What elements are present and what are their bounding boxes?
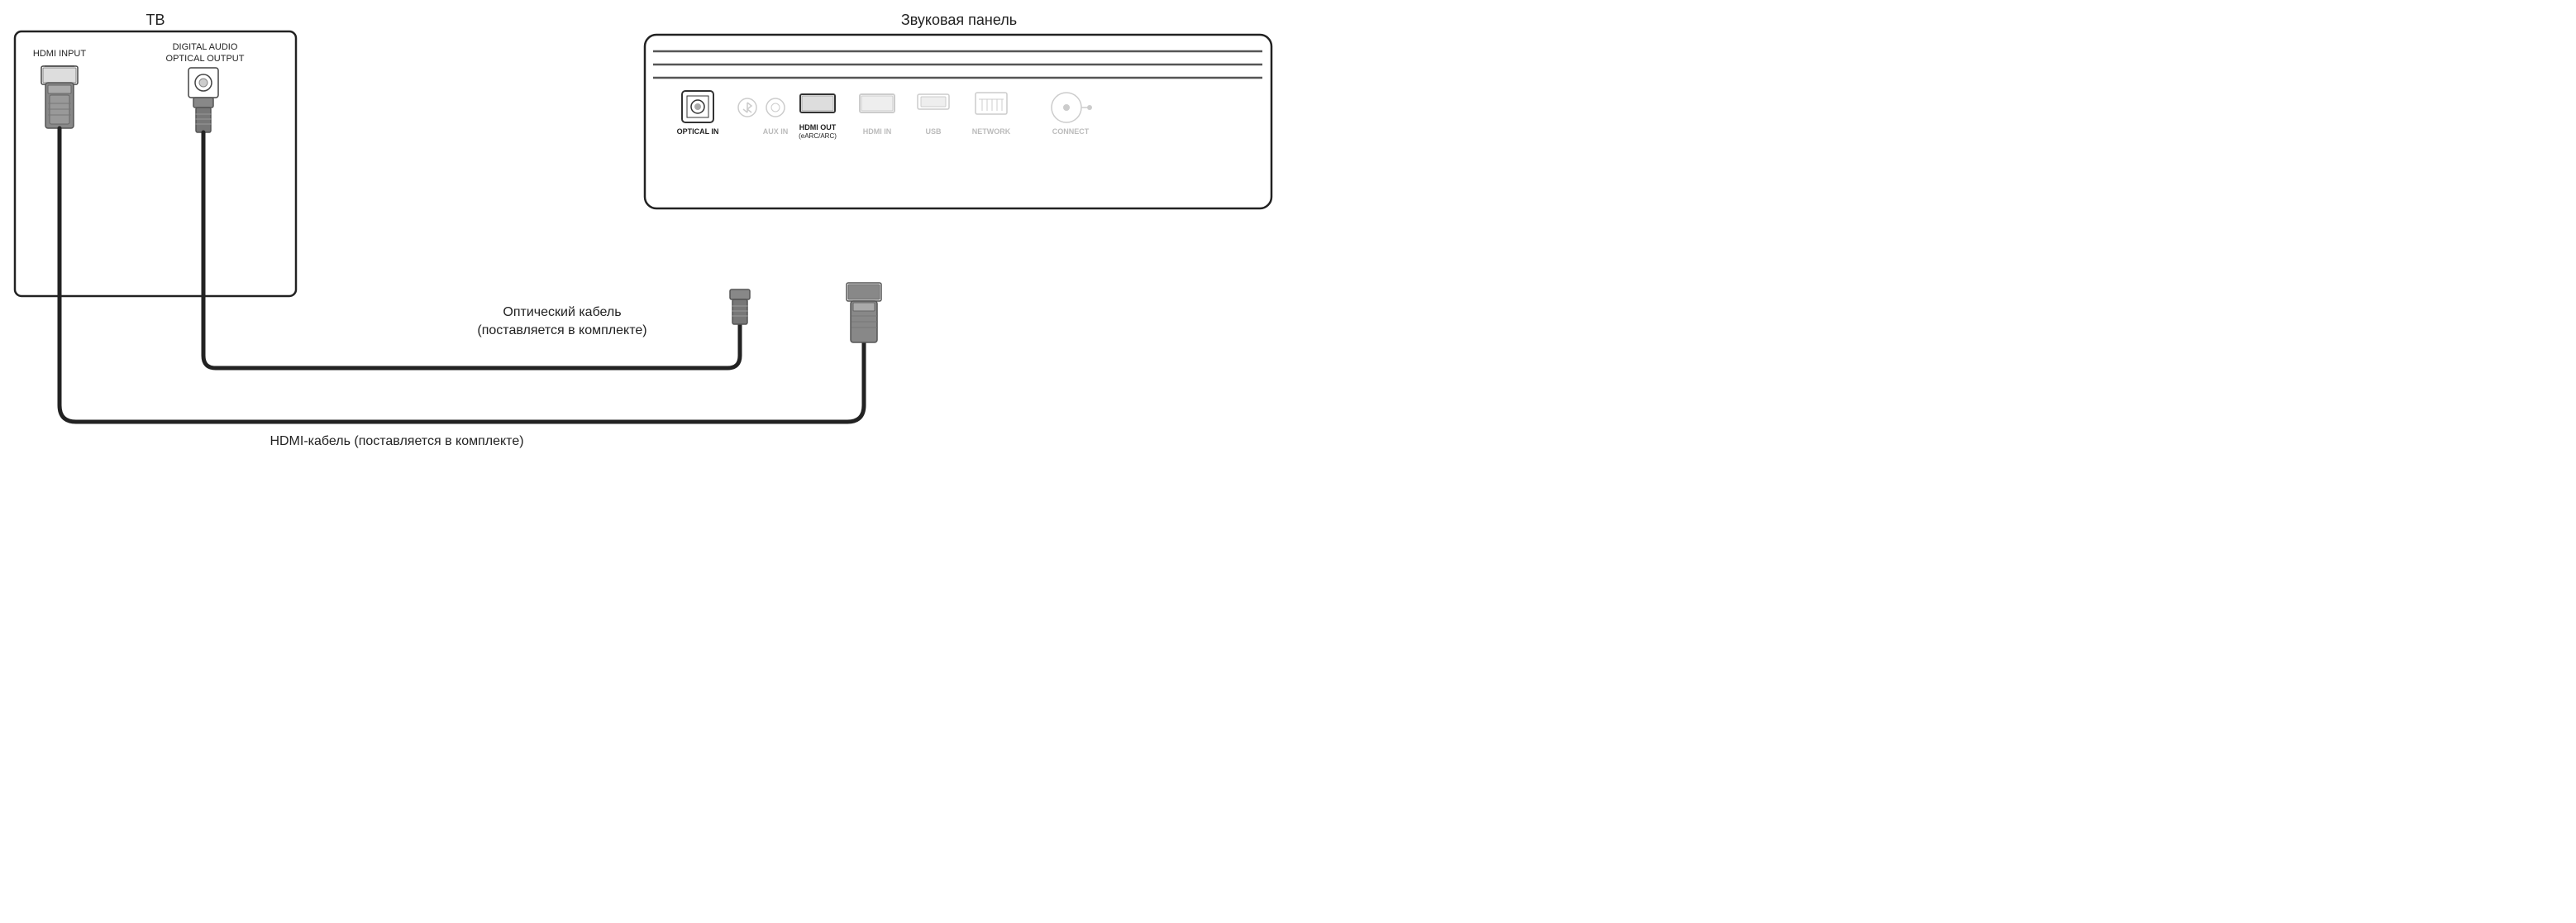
- hdmi-out-label: HDMI OUT: [799, 123, 837, 132]
- digital-audio-label: DIGITAL AUDIO: [173, 42, 238, 52]
- diagram-container: ТВ HDMI INPUT DIGITAL AUDIO OPTICAL OUTP…: [0, 0, 1288, 462]
- connect-label: CONNECT: [1052, 127, 1090, 136]
- svg-text:OPTICAL OUTPUT: OPTICAL OUTPUT: [166, 54, 245, 64]
- svg-text:(поставляется в комплекте): (поставляется в комплекте): [477, 323, 646, 337]
- tv-label: ТВ: [145, 12, 165, 28]
- optical-in-label: OPTICAL IN: [677, 127, 719, 136]
- svg-text:(eARC/ARC): (eARC/ARC): [799, 132, 837, 140]
- hdmi-cable-label: HDMI-кабель (поставляется в комплекте): [270, 434, 523, 448]
- optical-cable-label: Оптический кабель: [503, 305, 621, 319]
- network-label: NETWORK: [972, 127, 1011, 136]
- soundbar-label: Звуковая панель: [901, 12, 1017, 28]
- hdmi-input-label: HDMI INPUT: [33, 49, 86, 59]
- usb-label: USB: [925, 127, 942, 136]
- hdmi-in-label: HDMI IN: [863, 127, 892, 136]
- aux-in-label: AUX IN: [763, 127, 789, 136]
